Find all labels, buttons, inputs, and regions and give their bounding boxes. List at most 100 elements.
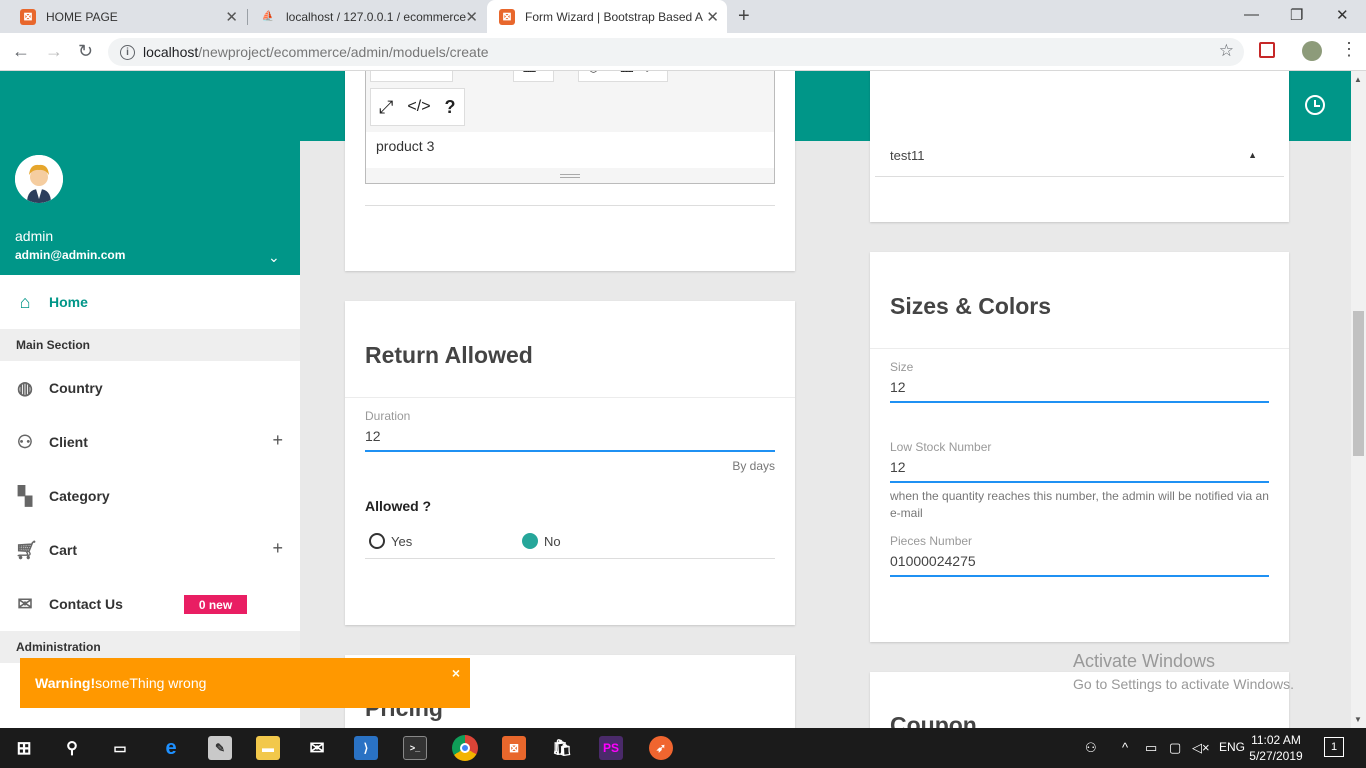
link-icon[interactable]: 🔗︎ — [587, 71, 607, 75]
card-title: Coupon — [890, 712, 977, 728]
close-icon[interactable]: ✕ — [225, 8, 238, 26]
paint-icon[interactable]: ✎ — [208, 736, 232, 760]
page-scrollbar[interactable]: ▲ ▼ — [1351, 71, 1366, 728]
input-underline — [890, 575, 1269, 577]
pieces-label: Pieces Number — [890, 534, 973, 548]
address-bar: ← → ↻ i localhost/newproject/ecommerce/a… — [0, 33, 1366, 71]
globe-icon: ◍ — [17, 378, 33, 398]
sidebar-item-client[interactable]: ⚇ Client + — [0, 415, 300, 469]
image-icon[interactable]: ▨ — [619, 71, 634, 75]
url-input[interactable]: i localhost/newproject/ecommerce/admin/m… — [108, 38, 1244, 66]
edge-icon[interactable]: e — [159, 736, 183, 760]
pieces-input[interactable]: 01000024275 — [890, 553, 1269, 573]
phpstorm-icon[interactable]: PS — [599, 736, 623, 760]
divider — [365, 558, 775, 559]
sidebar-item-cart[interactable]: 🛒︎ Cart + — [0, 523, 300, 577]
language-indicator[interactable]: ENG — [1219, 740, 1245, 754]
system-clock[interactable]: 11:02 AM 5/27/2019 — [1248, 732, 1304, 764]
tray-chevron-icon[interactable]: ^ — [1122, 740, 1128, 755]
notification-center-icon[interactable]: 1 — [1324, 737, 1344, 757]
alarm-clock-icon[interactable] — [1305, 95, 1325, 115]
scrollbar-thumb[interactable] — [1353, 311, 1364, 456]
divider — [365, 205, 775, 206]
tab-home-page[interactable]: ⊠ HOME PAGE ✕ — [8, 0, 246, 33]
clock-date: 5/27/2019 — [1249, 749, 1303, 763]
close-icon[interactable]: ✕ — [706, 8, 719, 26]
sidebar-item-contact-us[interactable]: ✉ Contact Us 0 new — [0, 577, 300, 631]
allowed-label: Allowed ? — [365, 498, 432, 514]
radio-no[interactable] — [522, 533, 538, 549]
minimize-button[interactable]: — — [1244, 6, 1259, 23]
windows-start-icon[interactable]: ⊞ — [12, 736, 36, 760]
store-icon[interactable]: 🛍︎ — [550, 736, 574, 760]
tab-title: Form Wizard | Bootstrap Based A — [525, 9, 703, 24]
warning-alert: Warning! someThing wrong × — [20, 658, 470, 708]
people-icon[interactable]: ⚇ — [1085, 740, 1097, 756]
file-explorer-icon[interactable]: ▬ — [256, 736, 280, 760]
vscode-icon[interactable]: ⟩ — [354, 736, 378, 760]
alert-strong: Warning! — [35, 675, 96, 691]
low-stock-label: Low Stock Number — [890, 440, 992, 454]
task-view-icon[interactable]: ▭ — [108, 736, 132, 760]
resize-handle[interactable] — [560, 174, 580, 178]
sidebar-item-home[interactable]: ⌂ Home — [0, 275, 300, 329]
sizes-colors-card: Sizes & Colors Size 12 Low Stock Number … — [870, 252, 1289, 642]
forward-button[interactable]: → — [45, 41, 63, 62]
reload-button[interactable]: ↻ — [78, 41, 93, 62]
window-close-button[interactable]: ✕ — [1336, 6, 1349, 24]
back-button[interactable]: ← — [12, 41, 30, 62]
bookmark-star-icon[interactable]: ☆ — [1219, 41, 1234, 61]
caret-up-icon[interactable]: ▲ — [1248, 150, 1257, 160]
sidebar-item-category[interactable]: ▚ Category — [0, 469, 300, 523]
xampp-icon[interactable]: ⊠ — [502, 736, 526, 760]
low-stock-input[interactable]: 12 — [890, 459, 1269, 479]
duration-help: By days — [732, 459, 775, 473]
new-tab-button[interactable]: + — [738, 5, 750, 28]
expand-plus-icon[interactable]: + — [272, 538, 283, 559]
volume-muted-icon[interactable]: ◁× — [1192, 740, 1210, 756]
cart-icon: 🛒︎ — [15, 540, 38, 560]
maximize-button[interactable]: ❐ — [1290, 6, 1303, 24]
network-icon[interactable]: ▢ — [1169, 740, 1181, 756]
tab-form-wizard[interactable]: ⊠ Form Wizard | Bootstrap Based A ✕ — [487, 0, 727, 33]
radio-yes[interactable] — [369, 533, 385, 549]
divider — [870, 348, 1289, 349]
new-messages-badge: 0 new — [184, 595, 247, 614]
tab-phpmyadmin[interactable]: ⛵ localhost / 127.0.0.1 / ecommerce ✕ — [248, 0, 486, 33]
close-icon[interactable]: ✕ — [465, 8, 478, 26]
bullet-list-icon[interactable]: ☰ — [379, 71, 393, 75]
scroll-down-icon[interactable]: ▼ — [1354, 715, 1362, 724]
battery-icon[interactable]: ▭ — [1145, 740, 1157, 756]
alert-message: someThing wrong — [95, 675, 207, 691]
mail-icon[interactable]: ✉ — [305, 736, 329, 760]
card-title: Sizes & Colors — [890, 293, 1052, 319]
help-icon[interactable]: ? — [445, 97, 456, 118]
duration-input[interactable]: 12 — [365, 428, 775, 448]
scroll-up-icon[interactable]: ▲ — [1354, 75, 1362, 84]
align-icon[interactable]: ≡▾ — [427, 71, 444, 75]
search-icon[interactable]: ⚲ — [60, 736, 84, 760]
size-input[interactable]: 12 — [890, 379, 1269, 399]
sidebar-item-country[interactable]: ◍ Country — [0, 361, 300, 415]
table-icon[interactable]: ▦▾ — [522, 71, 545, 75]
code-view-icon[interactable]: </> — [407, 98, 430, 116]
video-icon[interactable]: ▶ — [646, 71, 658, 75]
info-icon[interactable]: i — [120, 44, 135, 60]
more-menu-icon[interactable]: ⋮ — [1340, 39, 1358, 60]
sidebar-item-label: Category — [49, 488, 110, 504]
profile-avatar[interactable] — [1302, 41, 1322, 61]
numbered-list-icon[interactable]: ≡ — [405, 71, 414, 74]
select-value[interactable]: test11 — [890, 148, 924, 163]
misc-toolbar-group: ⤢ </> ? — [370, 88, 465, 126]
activate-windows-watermark: Activate Windows Go to Settings to activ… — [1073, 651, 1294, 692]
chevron-down-icon[interactable]: ⌄ — [268, 249, 280, 266]
fullscreen-icon[interactable]: ⤢ — [379, 97, 393, 118]
expand-plus-icon[interactable]: + — [272, 430, 283, 451]
editor-content[interactable]: product 3 — [366, 132, 774, 168]
extension-icon[interactable] — [1259, 42, 1275, 58]
postman-icon[interactable]: ➶ — [649, 736, 673, 760]
home-icon: ⌂ — [19, 292, 31, 312]
close-icon[interactable]: × — [452, 665, 460, 681]
chrome-icon[interactable] — [452, 735, 478, 761]
terminal-icon[interactable]: >_ — [403, 736, 427, 760]
